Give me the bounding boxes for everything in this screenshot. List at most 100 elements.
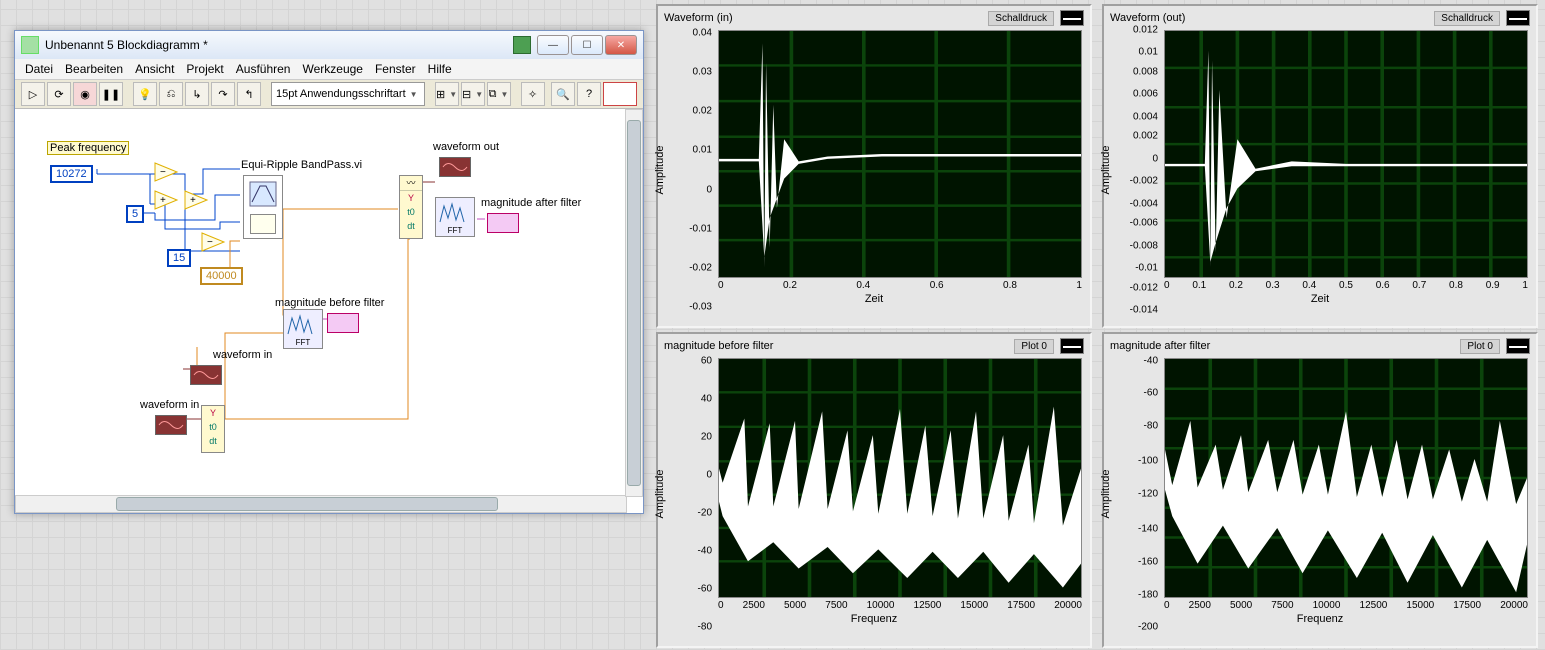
graph-waveform-out: Waveform (out) Schalldruck Amplitude 0.0… <box>1102 4 1538 328</box>
x-ticks: 00.20.40.60.81 <box>718 278 1082 291</box>
indicator-waveform-out[interactable] <box>439 157 471 177</box>
x-axis-label: Zeit <box>1112 293 1528 305</box>
menu-bar[interactable]: Datei Bearbeiten Ansicht Projekt Ausführ… <box>15 59 643 80</box>
retain-wire-values-button[interactable]: ⎌ <box>159 82 183 106</box>
step-into-button[interactable]: ↳ <box>185 82 209 106</box>
fft-node-before[interactable]: FFT <box>283 309 323 349</box>
y-ticks: 0.04 0.03 0.02 0.01 0 -0.01 -0.02 -0.03 <box>666 30 716 310</box>
cleanup-button[interactable]: ✧ <box>521 82 545 106</box>
label-waveform-in-2: waveform in <box>140 399 199 411</box>
x-axis-label: Frequenz <box>1112 613 1528 625</box>
scrollbar-vertical[interactable] <box>625 109 643 497</box>
x-ticks: 02500500075001000012500150001750020000 <box>1164 598 1528 611</box>
graph-waveform-in: Waveform (in) Schalldruck Amplitude 0.04… <box>656 4 1092 328</box>
graph-magnitude-before: magnitude before filter Plot 0 Amplitude… <box>656 332 1092 648</box>
distribute-objects-button[interactable]: ⊟▼ <box>461 82 485 106</box>
x-ticks: 02500500075001000012500150001750020000 <box>718 598 1082 611</box>
scrollbar-horizontal[interactable] <box>15 495 627 513</box>
graph-magnitude-after: magnitude after filter Plot 0 Amplitude … <box>1102 332 1538 648</box>
maximize-button[interactable]: ☐ <box>571 35 603 55</box>
label-waveform-in-1: waveform in <box>213 349 272 361</box>
svg-text:−: − <box>207 237 213 248</box>
const-10272[interactable]: 10272 <box>50 165 93 183</box>
y-ticks: 60 40 20 0 -20 -40 -60 -80 <box>666 358 716 630</box>
pause-button[interactable]: ❚❚ <box>99 82 123 106</box>
x-axis-label: Frequenz <box>666 613 1082 625</box>
legend-label[interactable]: Schalldruck <box>988 11 1054 26</box>
run-continuously-button[interactable]: ⟳ <box>47 82 71 106</box>
vi-save-icon[interactable] <box>513 36 531 54</box>
menu-hilfe[interactable]: Hilfe <box>428 62 452 76</box>
const-40000[interactable]: 40000 <box>200 267 243 285</box>
close-button[interactable]: ✕ <box>605 35 637 55</box>
menu-ausfuehren[interactable]: Ausführen <box>236 62 291 76</box>
vi-icon[interactable] <box>603 82 637 106</box>
fft-node-after[interactable]: FFT <box>435 197 475 237</box>
plot-surface[interactable] <box>719 31 1081 277</box>
x-ticks: 00.10.20.30.40.50.60.70.80.91 <box>1164 278 1528 291</box>
graph-title: Waveform (out) <box>1110 12 1428 24</box>
const-15[interactable]: 15 <box>167 249 191 267</box>
run-button[interactable]: ▷ <box>21 82 45 106</box>
align-objects-button[interactable]: ⊞▼ <box>435 82 459 106</box>
y-ticks: -40 -60 -80 -100 -120 -140 -160 -180 -20… <box>1112 358 1162 630</box>
menu-fenster[interactable]: Fenster <box>375 62 416 76</box>
step-out-button[interactable]: ↰ <box>237 82 261 106</box>
plot-surface[interactable] <box>1165 359 1527 597</box>
control-waveform-in-1[interactable] <box>190 365 222 385</box>
label-waveform-out: waveform out <box>433 141 499 153</box>
get-waveform-components-node[interactable]: Yt0dt <box>201 405 225 453</box>
x-axis-label: Zeit <box>666 293 1082 305</box>
toolbar: ▷ ⟳ ◉ ❚❚ 💡 ⎌ ↳ ↷ ↰ 15pt Anwendungsschrif… <box>15 80 643 109</box>
menu-werkzeuge[interactable]: Werkzeuge <box>302 62 362 76</box>
legend-swatch[interactable] <box>1506 10 1530 26</box>
block-diagram-canvas[interactable]: Peak frequency 10272 5 15 40000 − + + − … <box>15 109 643 513</box>
labview-icon <box>21 36 39 54</box>
titlebar[interactable]: Unbenannt 5 Blockdiagramm * ― ☐ ✕ <box>15 31 643 59</box>
block-diagram-window: Unbenannt 5 Blockdiagramm * ― ☐ ✕ Datei … <box>14 30 644 514</box>
plot-surface[interactable] <box>1165 31 1527 277</box>
svg-text:−: − <box>160 167 166 178</box>
const-5[interactable]: 5 <box>126 205 144 223</box>
subtract-node[interactable]: − <box>153 161 179 183</box>
svg-text:+: + <box>190 195 196 206</box>
build-waveform-node[interactable]: 〰Yt0dt <box>399 175 423 239</box>
legend-swatch[interactable] <box>1506 338 1530 354</box>
window-title: Unbenannt 5 Blockdiagramm * <box>45 38 507 52</box>
legend-swatch[interactable] <box>1060 338 1084 354</box>
menu-bearbeiten[interactable]: Bearbeiten <box>65 62 123 76</box>
graph-title: magnitude before filter <box>664 340 1008 352</box>
search-button[interactable]: 🔍 <box>551 82 575 106</box>
y-axis-label: Amplitude <box>654 470 666 519</box>
menu-datei[interactable]: Datei <box>25 62 53 76</box>
graph-title: magnitude after filter <box>1110 340 1454 352</box>
plot-surface[interactable] <box>719 359 1081 597</box>
indicator-magnitude-after[interactable] <box>487 213 519 233</box>
label-magnitude-after: magnitude after filter <box>481 197 581 209</box>
step-over-button[interactable]: ↷ <box>211 82 235 106</box>
highlight-execution-button[interactable]: 💡 <box>133 82 157 106</box>
y-axis-label: Amplitude <box>1100 146 1112 195</box>
abort-button[interactable]: ◉ <box>73 82 97 106</box>
minimize-button[interactable]: ― <box>537 35 569 55</box>
y-axis-label: Amplitude <box>654 146 666 195</box>
y-ticks: 0.012 0.01 0.008 0.006 0.004 0.002 0 -0.… <box>1112 30 1162 310</box>
add-node-1[interactable]: + <box>153 189 179 211</box>
free-label-peak-frequency: Peak frequency <box>47 141 129 155</box>
add-node-2[interactable]: + <box>183 189 209 211</box>
menu-ansicht[interactable]: Ansicht <box>135 62 174 76</box>
legend-label[interactable]: Plot 0 <box>1014 339 1054 354</box>
legend-swatch[interactable] <box>1060 10 1084 26</box>
reorder-button[interactable]: ⧉▼ <box>487 82 511 106</box>
legend-label[interactable]: Schalldruck <box>1434 11 1500 26</box>
context-help-button[interactable]: ? <box>577 82 601 106</box>
window-buttons: ― ☐ ✕ <box>537 35 637 55</box>
svg-text:+: + <box>160 195 166 206</box>
legend-label[interactable]: Plot 0 <box>1460 339 1500 354</box>
label-bandpass-vi: Equi-Ripple BandPass.vi <box>241 159 362 171</box>
subtract-node-2[interactable]: − <box>200 231 226 253</box>
control-waveform-in-2[interactable] <box>155 415 187 435</box>
indicator-magnitude-before[interactable] <box>327 313 359 333</box>
menu-projekt[interactable]: Projekt <box>186 62 223 76</box>
font-select[interactable]: 15pt Anwendungsschriftart▼ <box>271 82 425 106</box>
